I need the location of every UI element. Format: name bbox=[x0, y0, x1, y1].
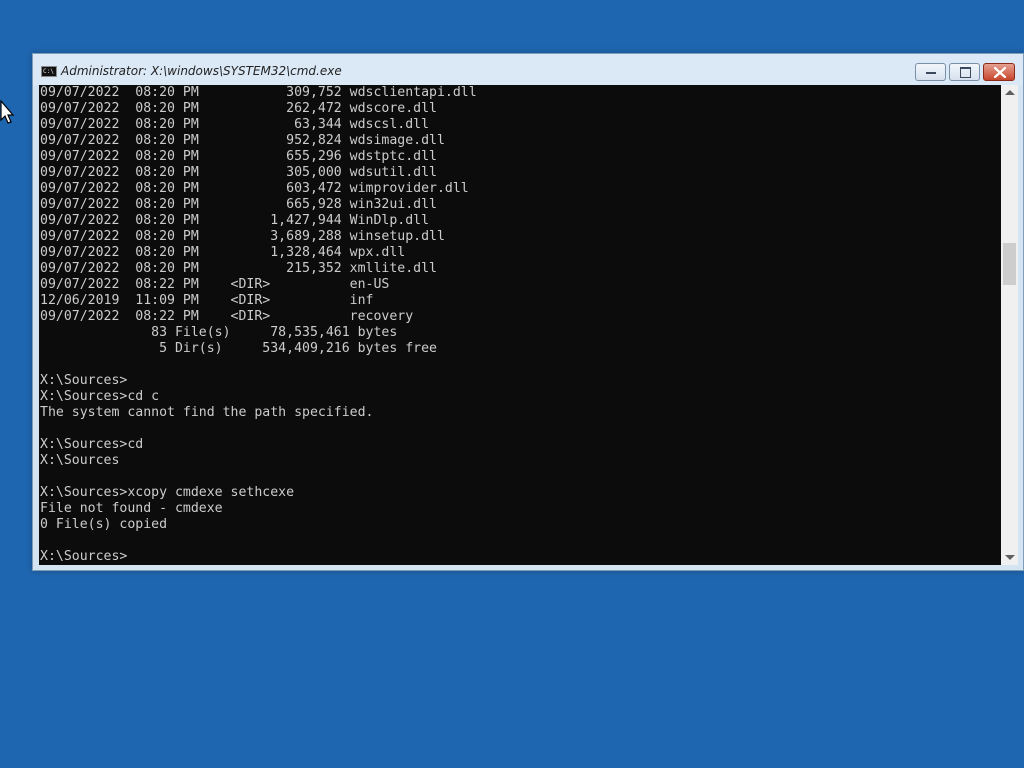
console-line: 09/07/2022 08:20 PM 3,689,288 winsetup.d… bbox=[40, 229, 445, 244]
console-line: 09/07/2022 08:20 PM 63,344 wdscsl.dll bbox=[40, 117, 430, 132]
console-line: 09/07/2022 08:20 PM 215,352 xmllite.dll bbox=[40, 261, 437, 276]
console-line: 09/07/2022 08:20 PM 603,472 wimprovider.… bbox=[40, 181, 469, 196]
console-output[interactable]: 09/07/2022 08:20 PM 309,752 wdsclientapi… bbox=[39, 85, 1001, 565]
console-line: File not found - cmdexe bbox=[40, 501, 223, 516]
console-line: 09/07/2022 08:20 PM 665,928 win32ui.dll bbox=[40, 197, 437, 212]
console-line: 83 File(s) 78,535,461 bytes bbox=[40, 325, 398, 340]
console-line: X:\Sources> bbox=[40, 373, 128, 388]
console-line: 09/07/2022 08:20 PM 262,472 wdscore.dll bbox=[40, 101, 437, 116]
scroll-up-arrow-icon[interactable] bbox=[1005, 90, 1015, 95]
title-bar[interactable]: C:\ Administrator: X:\windows\SYSTEM32\c… bbox=[33, 54, 1023, 85]
console-line: 09/07/2022 08:20 PM 1,328,464 wpx.dll bbox=[40, 245, 406, 260]
console-lines: 09/07/2022 08:20 PM 309,752 wdsclientapi… bbox=[40, 85, 477, 565]
console-line: 12/06/2019 11:09 PM <DIR> inf bbox=[40, 293, 374, 308]
cmd-icon: C:\ bbox=[41, 66, 57, 77]
restore-button[interactable] bbox=[949, 63, 980, 81]
console-line: 0 File(s) copied bbox=[40, 517, 168, 532]
minimize-button[interactable] bbox=[915, 63, 946, 81]
console-line: The system cannot find the path specifie… bbox=[40, 405, 374, 420]
console-line: X:\Sources>xcopy cmdexe sethcexe bbox=[40, 485, 295, 500]
console-line: 5 Dir(s) 534,409,216 bytes free bbox=[40, 341, 437, 356]
cmd-window[interactable]: C:\ Administrator: X:\windows\SYSTEM32\c… bbox=[32, 53, 1024, 571]
console-line: X:\Sources> bbox=[40, 549, 128, 564]
console-line: X:\Sources>cd bbox=[40, 437, 144, 452]
minimize-icon bbox=[926, 72, 936, 74]
close-button[interactable] bbox=[983, 63, 1015, 81]
vertical-scrollbar[interactable] bbox=[1001, 85, 1018, 565]
scrollbar-thumb[interactable] bbox=[1003, 243, 1016, 286]
mouse-cursor-icon bbox=[0, 100, 15, 124]
console-line: 09/07/2022 08:20 PM 952,824 wdsimage.dll bbox=[40, 133, 445, 148]
console-line: 09/07/2022 08:22 PM <DIR> recovery bbox=[40, 309, 414, 324]
close-icon bbox=[994, 67, 1006, 78]
window-title: Administrator: X:\windows\SYSTEM32\cmd.e… bbox=[61, 64, 342, 78]
console-line: X:\Sources>cd c bbox=[40, 389, 160, 404]
scroll-down-arrow-icon[interactable] bbox=[1005, 555, 1015, 560]
console-line: 09/07/2022 08:20 PM 309,752 wdsclientapi… bbox=[40, 85, 477, 100]
console-line: 09/07/2022 08:20 PM 655,296 wdstptc.dll bbox=[40, 149, 437, 164]
console-line: 09/07/2022 08:22 PM <DIR> en-US bbox=[40, 277, 390, 292]
console-line: 09/07/2022 08:20 PM 1,427,944 WinDlp.dll bbox=[40, 213, 430, 228]
console-line: 09/07/2022 08:20 PM 305,000 wdsutil.dll bbox=[40, 165, 437, 180]
console-line: X:\Sources bbox=[40, 453, 120, 468]
restore-icon bbox=[960, 67, 971, 78]
